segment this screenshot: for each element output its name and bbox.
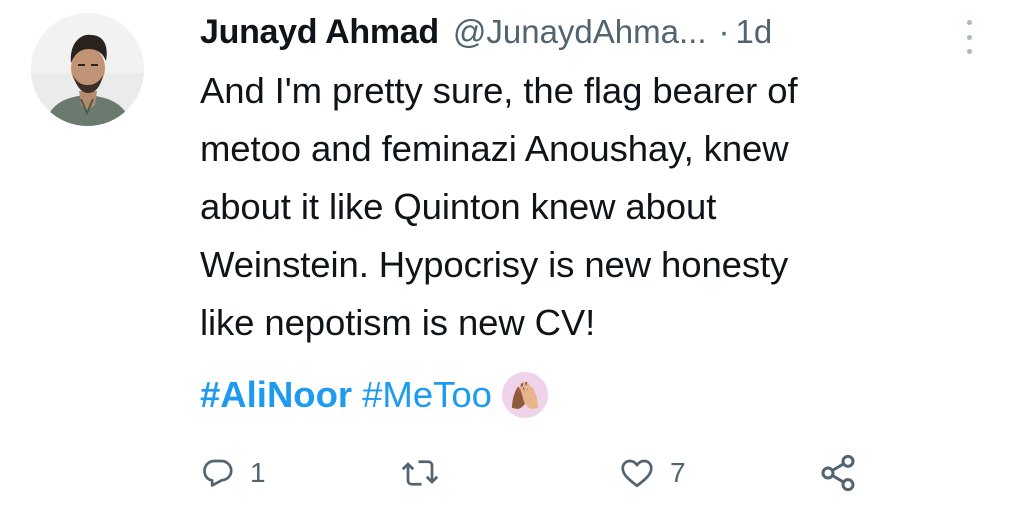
retweet-button[interactable] [400,448,454,498]
hashtag-metoo[interactable]: #MeToo [362,374,492,416]
avatar[interactable] [31,13,144,126]
reply-count: 1 [250,457,266,488]
like-button[interactable]: 7 [618,448,686,498]
more-options-icon[interactable] [962,20,976,54]
reply-icon [203,459,233,487]
retweet-icon [401,460,439,486]
hashtag-alinoor[interactable]: #AliNoor [200,374,352,416]
share-button[interactable] [818,448,858,498]
more-dot [966,49,972,54]
tweet-actions: 1 7 [200,448,900,498]
author-name[interactable]: Junayd Ahmad [200,13,439,52]
heart-icon [621,459,653,488]
raised-hands-emoji-icon [501,372,548,418]
author-handle[interactable]: @JunaydAhma... [453,13,707,51]
more-dot [966,34,972,40]
tweet-timestamp[interactable]: 1d [735,13,772,51]
reply-button[interactable]: 1 [200,448,266,498]
more-dot [966,20,972,25]
hashtag-line: #AliNoor #MeToo [200,366,548,424]
like-count: 7 [670,457,686,488]
separator-dot: · [718,13,730,50]
avatar-photo [31,13,144,126]
tweet-header: Junayd Ahmad @JunaydAhma... · 1d [200,10,772,54]
tweet-text: And I'm pretty sure, the flag bearer of … [200,70,798,343]
share-icon [821,454,855,492]
